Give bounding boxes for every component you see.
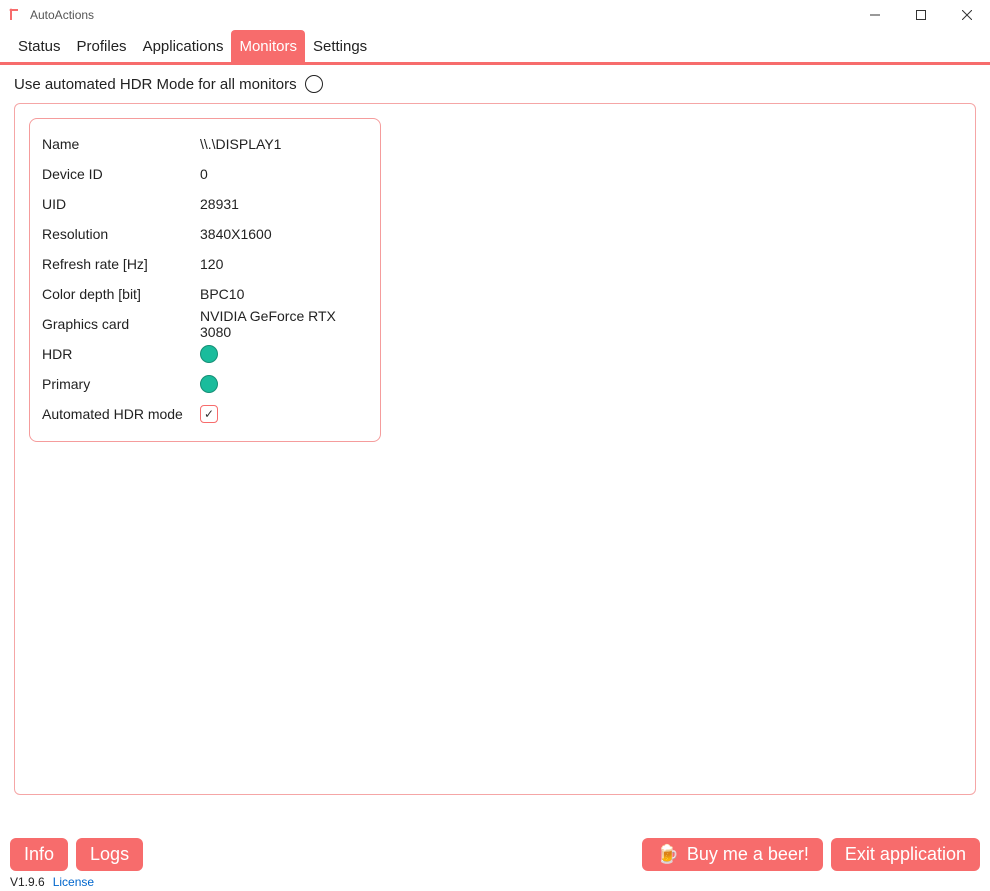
- auto-hdr-label: Automated HDR mode: [42, 406, 200, 422]
- exit-button[interactable]: Exit application: [831, 838, 980, 871]
- primary-label: Primary: [42, 376, 200, 392]
- monitor-row-label: Resolution: [42, 226, 200, 242]
- auto-hdr-row: Automated HDR mode ✓: [42, 399, 368, 429]
- license-link[interactable]: License: [53, 875, 94, 889]
- primary-status-dot: [200, 375, 218, 393]
- close-button[interactable]: [944, 0, 990, 30]
- monitor-row-value: BPC10: [200, 286, 368, 302]
- auto-hdr-all-row: Use automated HDR Mode for all monitors: [0, 65, 990, 103]
- maximize-button[interactable]: [898, 0, 944, 30]
- monitor-row: Color depth [bit]BPC10: [42, 279, 368, 309]
- monitors-panel: Name\\.\DISPLAY1Device ID0UID28931Resolu…: [14, 103, 976, 795]
- window-title: AutoActions: [30, 8, 94, 22]
- hdr-status-dot: [200, 345, 218, 363]
- monitor-row-value: NVIDIA GeForce RTX 3080: [200, 308, 368, 340]
- minimize-button[interactable]: [852, 0, 898, 30]
- window-controls: [852, 0, 990, 30]
- logs-button[interactable]: Logs: [76, 838, 143, 871]
- tab-settings[interactable]: Settings: [305, 30, 375, 62]
- hdr-row: HDR: [42, 339, 368, 369]
- tabbar: StatusProfilesApplicationsMonitorsSettin…: [0, 30, 990, 62]
- auto-hdr-all-label: Use automated HDR Mode for all monitors: [14, 76, 297, 93]
- tab-status[interactable]: Status: [10, 30, 69, 62]
- buy-beer-label: Buy me a beer!: [687, 844, 809, 865]
- auto-hdr-checkbox[interactable]: ✓: [200, 405, 218, 423]
- info-button[interactable]: Info: [10, 838, 68, 871]
- version-text: V1.9.6: [10, 875, 45, 889]
- monitor-card: Name\\.\DISPLAY1Device ID0UID28931Resolu…: [29, 118, 381, 442]
- auto-hdr-all-toggle[interactable]: [305, 75, 323, 93]
- monitor-row-value: \\.\DISPLAY1: [200, 136, 368, 152]
- buy-beer-button[interactable]: 🍺 Buy me a beer!: [642, 838, 822, 871]
- monitor-row-label: Device ID: [42, 166, 200, 182]
- monitor-row: UID28931: [42, 189, 368, 219]
- monitor-row-value: 0: [200, 166, 368, 182]
- tab-profiles[interactable]: Profiles: [69, 30, 135, 62]
- beer-icon: 🍺: [656, 844, 678, 865]
- monitor-row-value: 3840X1600: [200, 226, 368, 242]
- monitor-row-label: Refresh rate [Hz]: [42, 256, 200, 272]
- monitor-row: Refresh rate [Hz]120: [42, 249, 368, 279]
- tab-applications[interactable]: Applications: [135, 30, 232, 62]
- monitor-row-value: 120: [200, 256, 368, 272]
- monitor-row: Resolution3840X1600: [42, 219, 368, 249]
- monitor-row-label: Graphics card: [42, 316, 200, 332]
- monitor-row: Name\\.\DISPLAY1: [42, 129, 368, 159]
- app-icon: [8, 7, 24, 23]
- titlebar: AutoActions: [0, 0, 990, 30]
- hdr-label: HDR: [42, 346, 200, 362]
- primary-row: Primary: [42, 369, 368, 399]
- bottombar: Info Logs 🍺 Buy me a beer! Exit applicat…: [0, 838, 990, 871]
- monitor-row-label: Name: [42, 136, 200, 152]
- monitor-row-value: 28931: [200, 196, 368, 212]
- monitor-row: Graphics cardNVIDIA GeForce RTX 3080: [42, 309, 368, 339]
- statusbar: V1.9.6 License: [0, 873, 990, 891]
- tab-monitors[interactable]: Monitors: [231, 30, 305, 62]
- monitor-row: Device ID0: [42, 159, 368, 189]
- monitor-row-label: Color depth [bit]: [42, 286, 200, 302]
- monitor-row-label: UID: [42, 196, 200, 212]
